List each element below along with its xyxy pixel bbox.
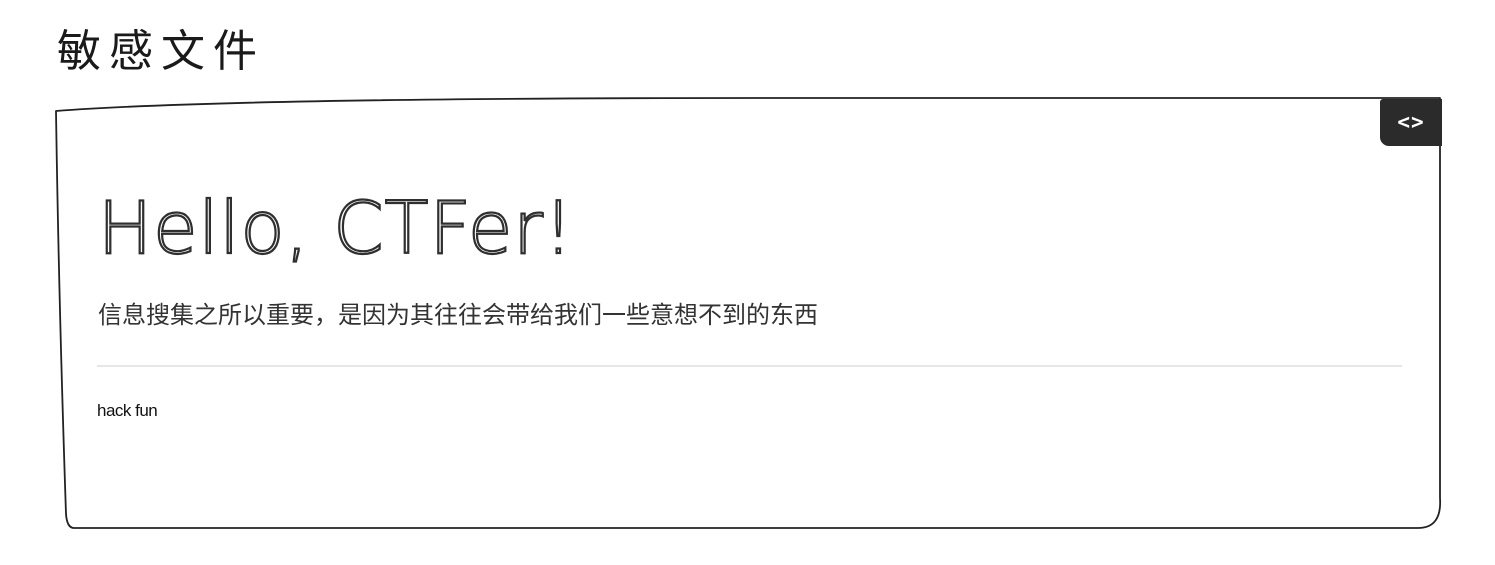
divider: [97, 365, 1402, 367]
code-toggle-button[interactable]: <>: [1380, 99, 1442, 146]
hero-subtitle: 信息搜集之所以重要，是因为其往往会带给我们一些意想不到的东西: [98, 301, 818, 329]
body-text: hack fun: [97, 401, 158, 420]
hero-heading: Hello, CTFer!: [97, 185, 574, 271]
page-title: 敏感文件: [57, 26, 265, 77]
